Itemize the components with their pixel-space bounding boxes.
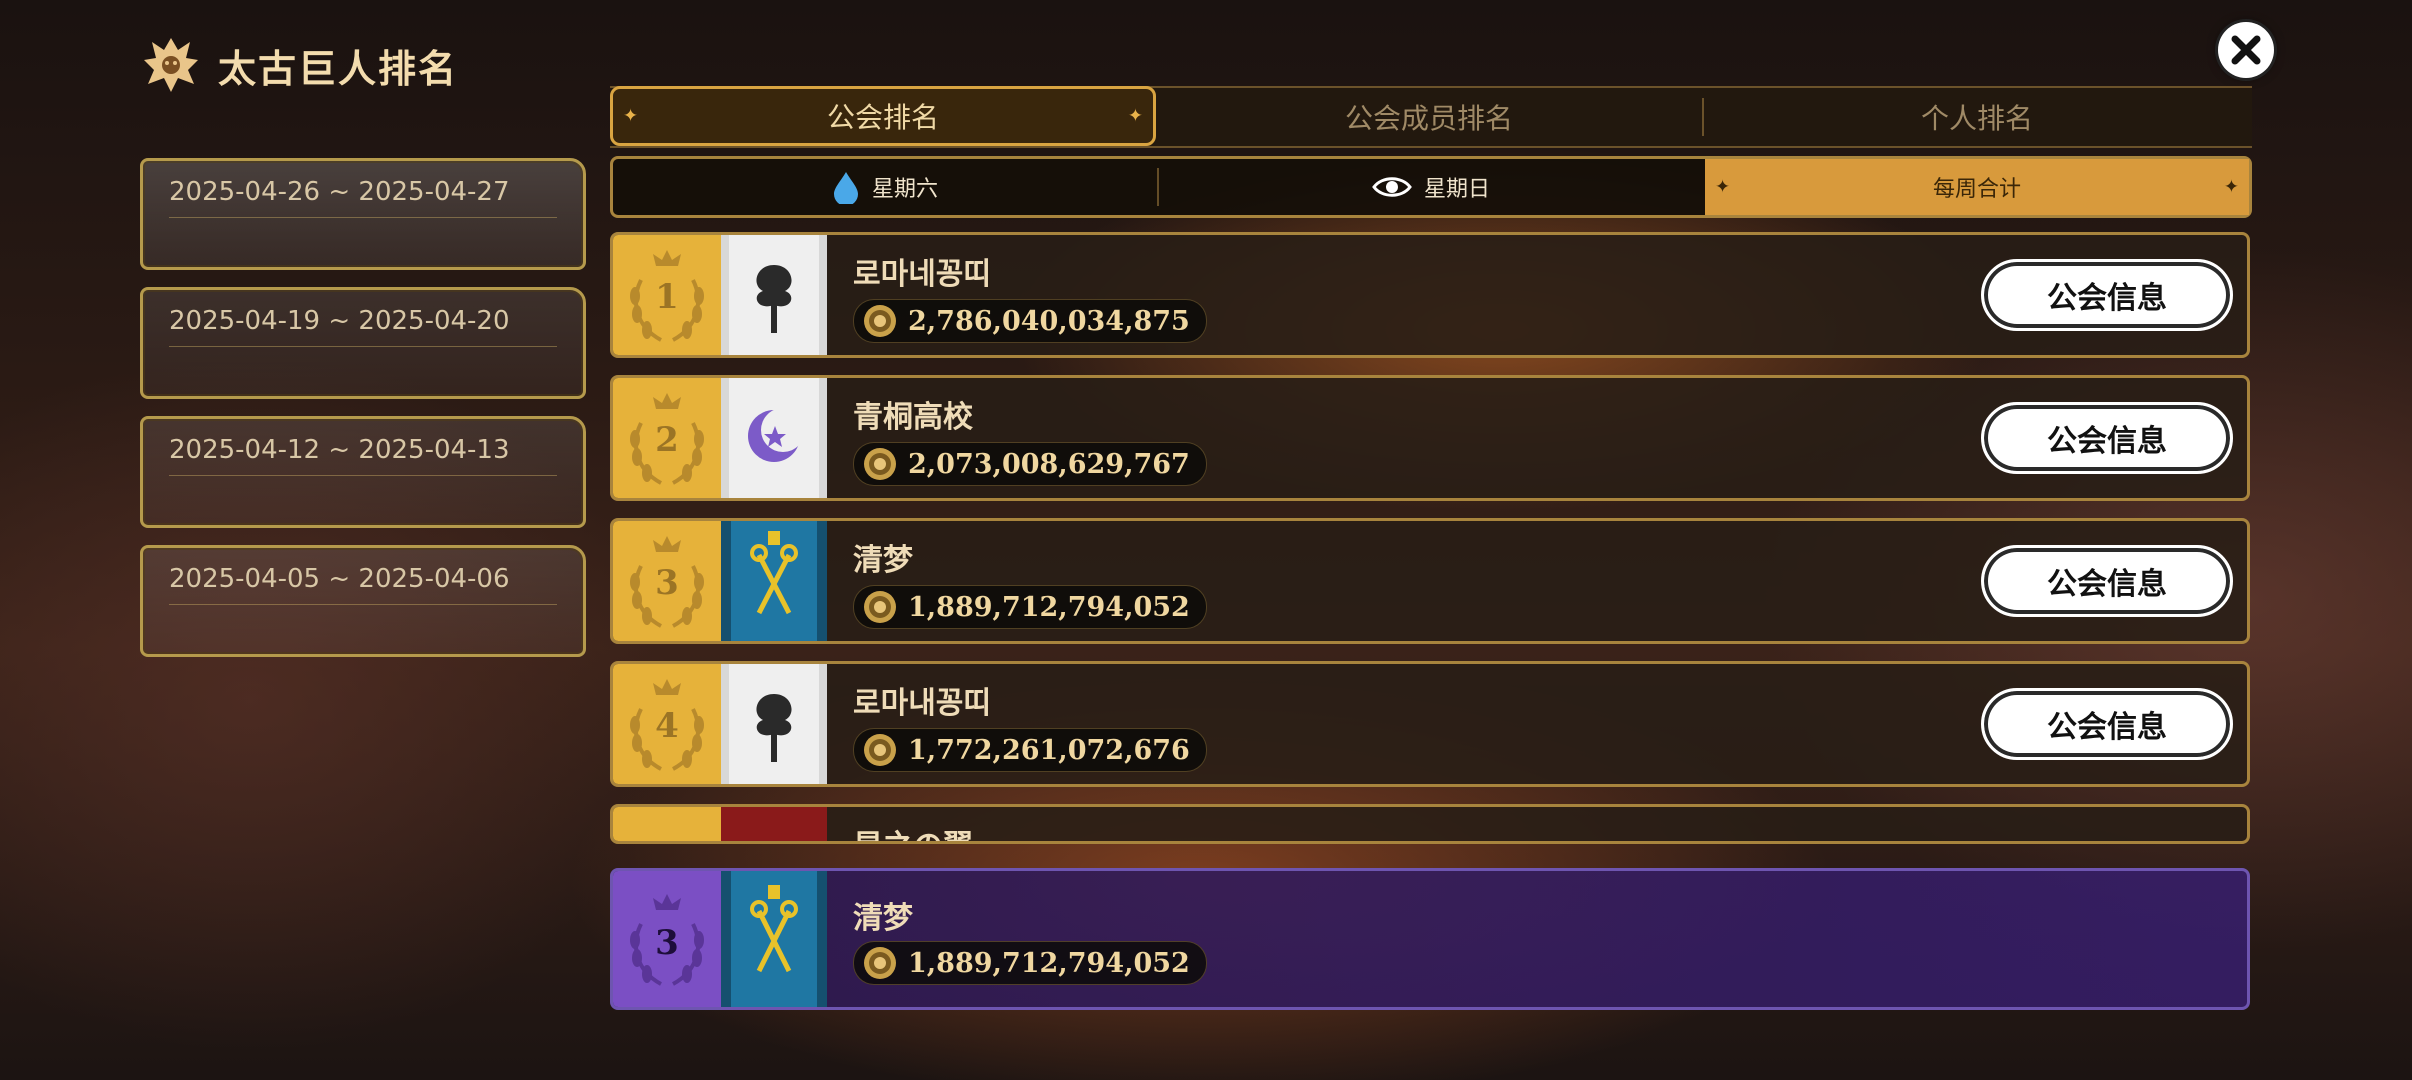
date-range-label: 2025-04-12 ~ 2025-04-13 [169,435,510,465]
water-drop-icon [833,172,858,204]
rank-badge: 2 [613,378,721,498]
ranking-row: 4 로마내꽁띠 1,772,261,072,676 公会信息 [610,661,2250,787]
rank-number: 3 [655,923,679,963]
date-range-item[interactable]: 2025-04-19 ~ 2025-04-20 [140,287,586,399]
tab-label: 星期六 [871,177,938,202]
guild-name: 로마내꽁띠 [853,686,991,721]
guild-name: 로마네꽁띠 [853,257,991,292]
divider [169,217,557,218]
sparkle-icon: ✦ [623,105,639,127]
crest-coin-icon [864,305,896,337]
guild-name: 清梦 [853,543,913,578]
my-guild-row: 3 清梦 1,889,712,794,052 [610,868,2250,1010]
red-banner-icon [721,807,827,841]
score-pill: 1,772,261,072,676 [853,728,1207,772]
guild-info-button[interactable]: 公会信息 [1981,545,2233,617]
tab-label: 每周合计 [1932,177,2021,202]
crest-coin-icon [864,448,896,480]
score-pill: 2,073,008,629,767 [853,442,1207,486]
divider [169,604,557,605]
crest-coin-icon [864,591,896,623]
guild-name: 清梦 [853,901,913,936]
crossed-keys-banner-icon [721,871,827,1007]
ranking-row: 3 清梦 1,889,712,794,052 公会信息 [610,518,2250,644]
date-range-item[interactable]: 2025-04-26 ~ 2025-04-27 [140,158,586,270]
sparkle-icon: ✦ [1715,176,1731,198]
guild-score: 1,889,712,794,052 [908,591,1190,623]
titan-crest-icon [144,38,198,92]
crest-coin-icon [864,734,896,766]
rank-badge: 4 [613,664,721,784]
rank-badge: 3 [613,521,721,641]
white-tree-banner-icon [721,664,827,784]
date-range-item[interactable]: 2025-04-05 ~ 2025-04-06 [140,545,586,657]
eye-icon [1372,177,1412,197]
divider [169,346,557,347]
tab-label: 星期日 [1423,177,1490,202]
sparkle-icon: ✦ [1127,105,1143,127]
tab-sunday[interactable]: 星期日 [1159,159,1703,215]
guild-score: 2,073,008,629,767 [908,448,1190,480]
close-icon [2231,35,2261,65]
tab-weekly-total[interactable]: ✦ 每周合计 ✦ [1705,159,2249,215]
score-pill: 2,786,040,034,875 [853,299,1207,343]
date-range-label: 2025-04-19 ~ 2025-04-20 [169,306,510,336]
guild-name: 星之の翼 [853,821,973,841]
moon-star-banner-icon [721,378,827,498]
tab-guild-ranking[interactable]: ✦ 公会排名 ✦ [610,86,1156,146]
date-range-label: 2025-04-26 ~ 2025-04-27 [169,177,510,207]
guild-info-button[interactable]: 公会信息 [1981,688,2233,760]
rank-badge [613,807,721,841]
crossed-keys-banner-icon [721,521,827,641]
score-pill: 1,889,712,794,052 [853,585,1207,629]
rank-number: 3 [655,563,679,603]
rank-number: 2 [655,420,679,460]
crest-coin-icon [864,947,896,979]
tab-label: 公会排名 [826,101,939,134]
sparkle-icon: ✦ [2223,176,2239,198]
white-tree-banner-icon [721,235,827,355]
ranking-row: 1 로마네꽁띠 2,786,040,034,875 公会信息 [610,232,2250,358]
score-pill: 1,889,712,794,052 [853,941,1207,985]
tab-saturday[interactable]: 星期六 [613,159,1157,215]
date-range-item[interactable]: 2025-04-12 ~ 2025-04-13 [140,416,586,528]
date-range-label: 2025-04-05 ~ 2025-04-06 [169,564,510,594]
tab-label: 公会成员排名 [1344,102,1513,135]
tab-personal-ranking[interactable]: 个人排名 [1704,88,2250,146]
guild-score: 1,889,712,794,052 [908,947,1190,979]
tab-guild-member-ranking[interactable]: 公会成员排名 [1156,88,1702,146]
title-text: 太古巨人排名 [218,45,459,91]
divider [169,475,557,476]
rank-badge: 3 [613,871,721,1007]
close-button[interactable] [2218,22,2274,78]
guild-score: 2,786,040,034,875 [908,305,1190,337]
ranking-tabs: ✦ 公会排名 ✦ 公会成员排名 个人排名 [610,86,2252,148]
ranking-row: 2 青桐高校 2,073,008,629,767 公会信息 [610,375,2250,501]
ranking-row: 星之の翼 [610,804,2250,844]
guild-name: 青桐高校 [853,400,973,435]
guild-info-button[interactable]: 公会信息 [1981,259,2233,331]
rank-number: 4 [655,706,679,746]
day-tabs: 星期六 星期日 ✦ 每周合计 ✦ [610,156,2252,218]
guild-info-button[interactable]: 公会信息 [1981,402,2233,474]
tab-label: 个人排名 [1920,102,2033,135]
guild-score: 1,772,261,072,676 [908,734,1190,766]
rank-badge: 1 [613,235,721,355]
rank-number: 1 [655,277,679,317]
page-title: 太古巨人排名 [138,30,458,100]
